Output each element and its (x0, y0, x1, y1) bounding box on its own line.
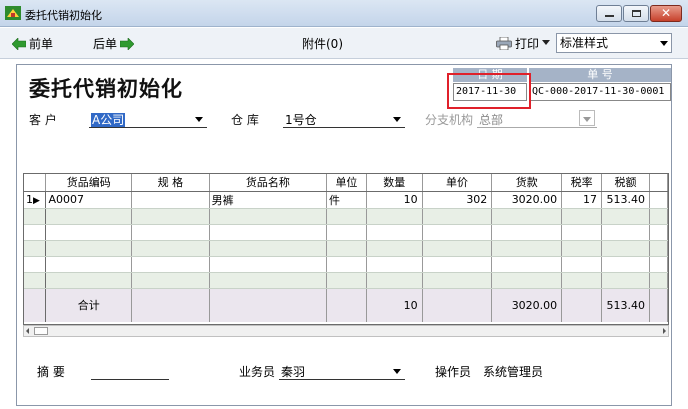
col-header-unit[interactable]: 单位 (326, 174, 367, 192)
window-title: 委托代销初始化 (25, 9, 102, 22)
branch-label: 分支机构 (425, 113, 474, 127)
title-bar: 委托代销初始化 ✕ (0, 0, 688, 27)
green-left-arrow-icon (12, 37, 26, 50)
warehouse-field[interactable]: 1号仓 (285, 111, 317, 128)
prev-button[interactable]: 前单 (12, 35, 53, 52)
number-header: 单 号 (529, 68, 671, 82)
row-header (24, 224, 47, 241)
cell-unit[interactable]: 件 (326, 191, 367, 209)
cell-code[interactable]: A0007 (45, 191, 133, 209)
chevron-down-icon (660, 41, 668, 46)
cell-tax[interactable]: 513.40 (601, 191, 651, 209)
branch-field: 总部 (479, 113, 504, 127)
app-icon (5, 6, 21, 20)
table-row[interactable] (24, 208, 668, 225)
table-row[interactable]: 1▶ A0007 男裤 件 10 302 3020.00 17 513.40 (24, 191, 668, 209)
detail-grid[interactable]: 货品编码 规 格 货品名称 单位 数量 单价 货款 税率 税额 1▶ A0007 (23, 173, 669, 325)
minimize-button[interactable] (596, 5, 622, 22)
salesperson-underline (279, 379, 405, 380)
col-header-code[interactable]: 货品编码 (45, 174, 133, 192)
customer-label: 客 户 (29, 113, 57, 127)
page-title: 委托代销初始化 (29, 77, 183, 101)
print-style-select[interactable]: 标准样式 (556, 33, 672, 53)
cell-amount[interactable]: 3020.00 (491, 191, 563, 209)
branch-dropdown-icon (583, 117, 591, 122)
print-dropdown-icon[interactable] (542, 40, 550, 45)
row-header (24, 240, 47, 257)
document-number-field: QC-000-2017-11-30-0001 (529, 83, 671, 101)
row-header: 1▶ (24, 191, 47, 209)
summary-underline (91, 379, 169, 380)
table-row[interactable] (24, 240, 668, 257)
close-icon: ✕ (660, 6, 672, 20)
col-header-spec[interactable]: 规 格 (131, 174, 210, 192)
salesperson-dropdown-icon[interactable] (393, 369, 401, 374)
summary-qty: 10 (366, 288, 423, 322)
warehouse-dropdown-icon[interactable] (393, 117, 401, 122)
cell-price[interactable]: 302 (422, 191, 493, 209)
current-row-marker-icon: ▶ (33, 196, 40, 206)
salesperson-field[interactable]: 秦羽 (281, 363, 305, 380)
close-button[interactable]: ✕ (650, 5, 682, 22)
col-header-name[interactable]: 货品名称 (209, 174, 328, 192)
print-label: 打印 (515, 37, 540, 51)
row-index: 1 (26, 193, 33, 206)
scroll-left-icon[interactable] (26, 328, 29, 334)
print-style-value: 标准样式 (560, 36, 609, 50)
summary-tax: 513.40 (601, 288, 651, 322)
customer-underline (89, 127, 207, 128)
cell-spec[interactable] (131, 191, 210, 209)
maximize-button[interactable] (623, 5, 649, 22)
date-highlight-box (447, 73, 531, 109)
warehouse-underline (283, 127, 405, 128)
detail-table: 货品编码 规 格 货品名称 单位 数量 单价 货款 税率 税额 1▶ A0007 (24, 174, 668, 322)
col-header-amount[interactable]: 货款 (491, 174, 563, 192)
cell-name[interactable]: 男裤 (209, 191, 328, 209)
next-button[interactable]: 后单 (93, 35, 135, 52)
col-header-tax[interactable]: 税额 (601, 174, 651, 192)
table-row[interactable] (24, 224, 668, 241)
salesperson-label: 业务员 (239, 365, 276, 379)
warehouse-label: 仓 库 (231, 113, 259, 127)
attachment-label: 附件(0) (302, 37, 343, 51)
table-row[interactable] (24, 256, 668, 273)
cell-tax-rate[interactable]: 17 (561, 191, 603, 209)
col-header-extra (649, 174, 668, 192)
horizontal-scrollbar[interactable] (23, 325, 669, 337)
prev-label: 前单 (29, 37, 54, 51)
operator-value: 系统管理员 (483, 365, 544, 379)
form-panel: 委托代销初始化 日 期 单 号 2017-11-30 QC-000-2017-1… (16, 64, 672, 406)
scroll-right-icon[interactable] (663, 328, 666, 334)
table-row[interactable] (24, 272, 668, 289)
customer-dropdown-icon[interactable] (195, 117, 203, 122)
row-header (24, 208, 47, 225)
summary-label: 合计 (45, 288, 133, 322)
customer-value: A公司 (91, 113, 126, 127)
customer-field[interactable]: A公司 (91, 111, 126, 128)
summary-row: 合计 10 3020.00 513.40 (24, 288, 668, 322)
printer-icon (496, 37, 512, 50)
green-right-arrow-icon (120, 37, 135, 50)
summary-field-label: 摘 要 (37, 365, 65, 379)
table-header-row: 货品编码 规 格 货品名称 单位 数量 单价 货款 税率 税额 (24, 174, 668, 192)
summary-amount: 3020.00 (491, 288, 563, 322)
attachment-button[interactable]: 附件(0) (302, 35, 343, 52)
scroll-thumb[interactable] (34, 327, 48, 335)
col-header-qty[interactable]: 数量 (366, 174, 423, 192)
minimize-icon (605, 15, 614, 17)
row-header (24, 272, 47, 289)
col-header-price[interactable]: 单价 (422, 174, 493, 192)
maximize-icon (632, 10, 641, 17)
cell-extra (649, 191, 668, 209)
row-header (24, 256, 47, 273)
operator-label: 操作员 (435, 365, 472, 379)
branch-underline (477, 127, 597, 128)
row-header-corner (24, 174, 47, 192)
cell-qty[interactable]: 10 (366, 191, 423, 209)
next-label: 后单 (93, 37, 118, 51)
print-button[interactable]: 打印 (496, 35, 539, 52)
col-header-tax-rate[interactable]: 税率 (561, 174, 603, 192)
